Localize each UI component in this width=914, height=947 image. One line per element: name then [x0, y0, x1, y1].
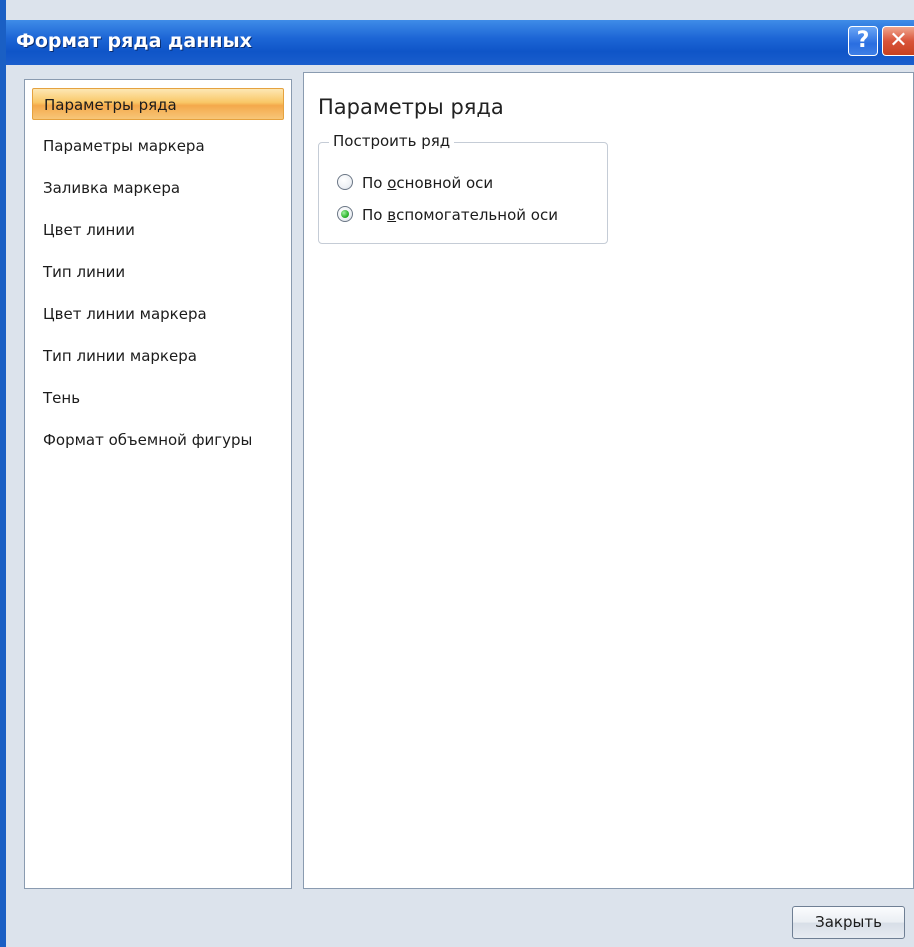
nav-item-marker-options[interactable]: Параметры маркера — [32, 130, 284, 162]
category-list: Параметры ряда Параметры маркера Заливка… — [24, 79, 292, 889]
secondary-axis-option[interactable]: По вспомогательной оси — [337, 203, 558, 227]
options-pane: Параметры ряда Построить ряд По основной… — [303, 72, 914, 889]
nav-item-line-color[interactable]: Цвет линии — [32, 214, 284, 246]
secondary-axis-label[interactable]: По вспомогательной оси — [362, 206, 558, 224]
close-button[interactable]: Закрыть — [792, 906, 905, 939]
help-icon[interactable]: ? — [848, 26, 878, 56]
close-icon[interactable]: ✕ — [882, 26, 914, 56]
nav-item-shadow[interactable]: Тень — [32, 382, 284, 414]
plot-series-on-group: Построить ряд По основной оси По вспомог… — [318, 132, 608, 244]
title-bar[interactable]: Формат ряда данных ? ✕ — [6, 20, 914, 65]
secondary-axis-radio[interactable] — [337, 206, 353, 222]
nav-item-3d-format[interactable]: Формат объемной фигуры — [32, 424, 284, 456]
primary-axis-label[interactable]: По основной оси — [362, 174, 493, 192]
section-title: Параметры ряда — [318, 95, 504, 119]
group-legend: Построить ряд — [329, 132, 455, 150]
nav-item-series-options[interactable]: Параметры ряда — [32, 88, 284, 120]
nav-item-marker-line-style[interactable]: Тип линии маркера — [32, 340, 284, 372]
format-data-series-dialog: Формат ряда данных ? ✕ Параметры ряда Па… — [0, 0, 914, 947]
nav-item-line-style[interactable]: Тип линии — [32, 256, 284, 288]
dialog-title: Формат ряда данных — [16, 30, 252, 52]
nav-item-marker-fill[interactable]: Заливка маркера — [32, 172, 284, 204]
primary-axis-radio[interactable] — [337, 174, 353, 190]
primary-axis-option[interactable]: По основной оси — [337, 171, 493, 195]
nav-item-marker-line-color[interactable]: Цвет линии маркера — [32, 298, 284, 330]
